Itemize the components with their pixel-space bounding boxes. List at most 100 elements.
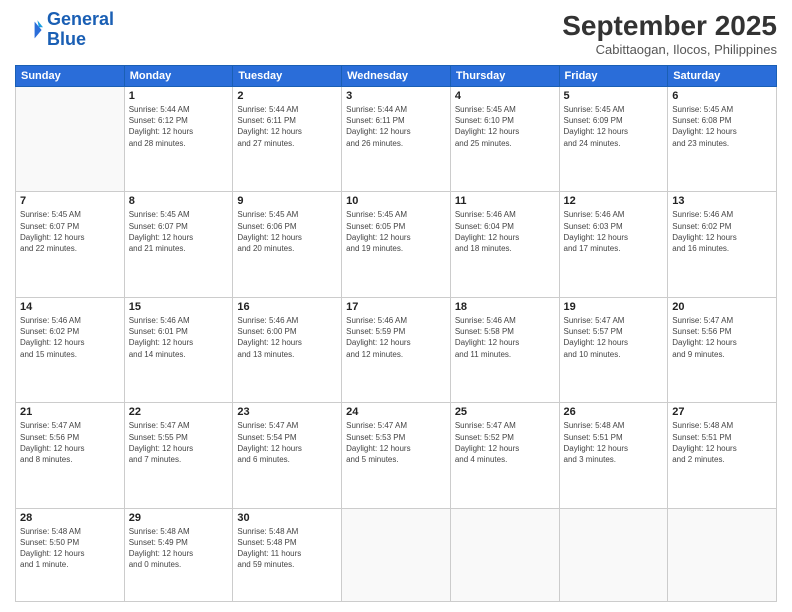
day-number: 24 — [346, 406, 446, 418]
calendar-cell — [16, 87, 125, 192]
day-number: 22 — [129, 406, 229, 418]
day-info: Sunrise: 5:47 AM Sunset: 5:55 PM Dayligh… — [129, 420, 229, 465]
calendar-cell: 22 Sunrise: 5:47 AM Sunset: 5:55 PM Dayli… — [124, 403, 233, 508]
day-number: 1 — [129, 90, 229, 102]
day-info: Sunrise: 5:46 AM Sunset: 5:59 PM Dayligh… — [346, 315, 446, 360]
page: General Blue September 2025 Cabittaogan,… — [0, 0, 792, 612]
calendar-cell: 14 Sunrise: 5:46 AM Sunset: 6:02 PM Dayli… — [16, 297, 125, 402]
day-info: Sunrise: 5:44 AM Sunset: 6:12 PM Dayligh… — [129, 104, 229, 149]
day-info: Sunrise: 5:45 AM Sunset: 6:06 PM Dayligh… — [237, 209, 337, 254]
day-info: Sunrise: 5:46 AM Sunset: 6:04 PM Dayligh… — [455, 209, 555, 254]
day-number: 5 — [564, 90, 664, 102]
day-number: 19 — [564, 301, 664, 313]
logo-icon — [15, 16, 43, 44]
logo: General Blue — [15, 10, 114, 50]
day-number: 7 — [20, 195, 120, 207]
day-number: 2 — [237, 90, 337, 102]
weekday-header-tuesday: Tuesday — [233, 66, 342, 87]
day-number: 4 — [455, 90, 555, 102]
day-number: 16 — [237, 301, 337, 313]
day-number: 13 — [672, 195, 772, 207]
day-info: Sunrise: 5:46 AM Sunset: 6:02 PM Dayligh… — [20, 315, 120, 360]
week-row-3: 21Sunrise: 5:47 AM Sunset: 5:56 PM Dayli… — [16, 403, 777, 508]
calendar-cell: 18 Sunrise: 5:46 AM Sunset: 5:58 PM Dayli… — [450, 297, 559, 402]
day-info: Sunrise: 5:44 AM Sunset: 6:11 PM Dayligh… — [346, 104, 446, 149]
day-info: Sunrise: 5:45 AM Sunset: 6:05 PM Dayligh… — [346, 209, 446, 254]
calendar-cell — [559, 508, 668, 601]
day-info: Sunrise: 5:47 AM Sunset: 5:52 PM Dayligh… — [455, 420, 555, 465]
day-number: 23 — [237, 406, 337, 418]
day-number: 11 — [455, 195, 555, 207]
weekday-header-thursday: Thursday — [450, 66, 559, 87]
day-number: 10 — [346, 195, 446, 207]
calendar-body: 1 Sunrise: 5:44 AM Sunset: 6:12 PM Daylig… — [16, 87, 777, 602]
day-number: 9 — [237, 195, 337, 207]
day-info: Sunrise: 5:45 AM Sunset: 6:09 PM Dayligh… — [564, 104, 664, 149]
calendar-cell — [450, 508, 559, 601]
day-number: 25 — [455, 406, 555, 418]
day-info: Sunrise: 5:48 AM Sunset: 5:51 PM Dayligh… — [672, 420, 772, 465]
day-number: 29 — [129, 512, 229, 524]
day-info: Sunrise: 5:47 AM Sunset: 5:54 PM Dayligh… — [237, 420, 337, 465]
weekday-header-wednesday: Wednesday — [342, 66, 451, 87]
logo-blue: Blue — [47, 30, 114, 50]
calendar-cell: 24 Sunrise: 5:47 AM Sunset: 5:53 PM Dayli… — [342, 403, 451, 508]
day-info: Sunrise: 5:48 AM Sunset: 5:51 PM Dayligh… — [564, 420, 664, 465]
weekday-header-monday: Monday — [124, 66, 233, 87]
day-number: 26 — [564, 406, 664, 418]
week-row-2: 14 Sunrise: 5:46 AM Sunset: 6:02 PM Dayli… — [16, 297, 777, 402]
calendar-cell — [342, 508, 451, 601]
day-info: Sunrise: 5:45 AM Sunset: 6:08 PM Dayligh… — [672, 104, 772, 149]
calendar-cell: 17Sunrise: 5:46 AM Sunset: 5:59 PM Dayli… — [342, 297, 451, 402]
day-info: Sunrise: 5:45 AM Sunset: 6:07 PM Dayligh… — [129, 209, 229, 254]
calendar-cell — [668, 508, 777, 601]
day-info: Sunrise: 5:47 AM Sunset: 5:53 PM Dayligh… — [346, 420, 446, 465]
day-info: Sunrise: 5:47 AM Sunset: 5:56 PM Dayligh… — [672, 315, 772, 360]
calendar-cell: 30Sunrise: 5:48 AM Sunset: 5:48 PM Dayli… — [233, 508, 342, 601]
day-number: 14 — [20, 301, 120, 313]
week-row-0: 1 Sunrise: 5:44 AM Sunset: 6:12 PM Daylig… — [16, 87, 777, 192]
logo-general: General — [47, 9, 114, 29]
calendar-cell: 1 Sunrise: 5:44 AM Sunset: 6:12 PM Daylig… — [124, 87, 233, 192]
calendar-cell: 7 Sunrise: 5:45 AM Sunset: 6:07 PM Daylig… — [16, 192, 125, 297]
calendar-table: SundayMondayTuesdayWednesdayThursdayFrid… — [15, 65, 777, 602]
calendar-cell: 29 Sunrise: 5:48 AM Sunset: 5:49 PM Dayli… — [124, 508, 233, 601]
day-info: Sunrise: 5:47 AM Sunset: 5:57 PM Dayligh… — [564, 315, 664, 360]
calendar-cell: 5 Sunrise: 5:45 AM Sunset: 6:09 PM Daylig… — [559, 87, 668, 192]
calendar-cell: 4 Sunrise: 5:45 AM Sunset: 6:10 PM Daylig… — [450, 87, 559, 192]
day-info: Sunrise: 5:44 AM Sunset: 6:11 PM Dayligh… — [237, 104, 337, 149]
calendar-cell: 3 Sunrise: 5:44 AM Sunset: 6:11 PM Daylig… — [342, 87, 451, 192]
day-info: Sunrise: 5:48 AM Sunset: 5:49 PM Dayligh… — [129, 526, 229, 571]
day-info: Sunrise: 5:46 AM Sunset: 6:02 PM Dayligh… — [672, 209, 772, 254]
calendar-cell: 15 Sunrise: 5:46 AM Sunset: 6:01 PM Dayli… — [124, 297, 233, 402]
day-number: 18 — [455, 301, 555, 313]
calendar-cell: 19 Sunrise: 5:47 AM Sunset: 5:57 PM Dayli… — [559, 297, 668, 402]
week-row-4: 28Sunrise: 5:48 AM Sunset: 5:50 PM Dayli… — [16, 508, 777, 601]
day-info: Sunrise: 5:48 AM Sunset: 5:50 PM Dayligh… — [20, 526, 120, 571]
title-block: September 2025 Cabittaogan, Ilocos, Phil… — [562, 10, 777, 57]
day-info: Sunrise: 5:45 AM Sunset: 6:10 PM Dayligh… — [455, 104, 555, 149]
logo-text: General Blue — [47, 10, 114, 50]
location: Cabittaogan, Ilocos, Philippines — [562, 42, 777, 57]
calendar-cell: 20 Sunrise: 5:47 AM Sunset: 5:56 PM Dayli… — [668, 297, 777, 402]
day-number: 3 — [346, 90, 446, 102]
day-info: Sunrise: 5:46 AM Sunset: 6:01 PM Dayligh… — [129, 315, 229, 360]
weekday-header-friday: Friday — [559, 66, 668, 87]
calendar-cell: 9 Sunrise: 5:45 AM Sunset: 6:06 PM Daylig… — [233, 192, 342, 297]
day-number: 27 — [672, 406, 772, 418]
weekday-header-row: SundayMondayTuesdayWednesdayThursdayFrid… — [16, 66, 777, 87]
calendar-cell: 28Sunrise: 5:48 AM Sunset: 5:50 PM Dayli… — [16, 508, 125, 601]
day-number: 20 — [672, 301, 772, 313]
month-title: September 2025 — [562, 10, 777, 42]
calendar-cell: 25 Sunrise: 5:47 AM Sunset: 5:52 PM Dayli… — [450, 403, 559, 508]
calendar-cell: 10 Sunrise: 5:45 AM Sunset: 6:05 PM Dayli… — [342, 192, 451, 297]
day-info: Sunrise: 5:45 AM Sunset: 6:07 PM Dayligh… — [20, 209, 120, 254]
day-info: Sunrise: 5:46 AM Sunset: 5:58 PM Dayligh… — [455, 315, 555, 360]
calendar-cell: 13 Sunrise: 5:46 AM Sunset: 6:02 PM Dayli… — [668, 192, 777, 297]
day-number: 12 — [564, 195, 664, 207]
weekday-header-sunday: Sunday — [16, 66, 125, 87]
day-number: 21 — [20, 406, 120, 418]
day-number: 6 — [672, 90, 772, 102]
day-number: 15 — [129, 301, 229, 313]
weekday-header-saturday: Saturday — [668, 66, 777, 87]
